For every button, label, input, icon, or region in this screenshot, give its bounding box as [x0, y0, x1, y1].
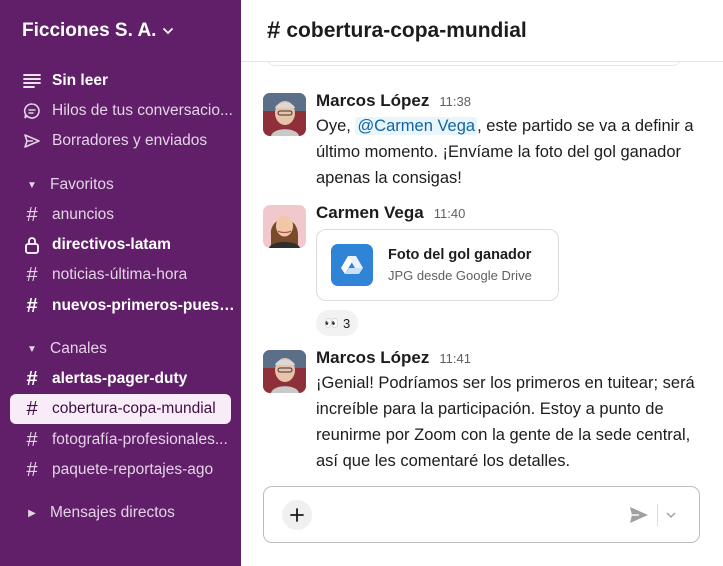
hash-icon: #: [26, 204, 38, 226]
avatar[interactable]: [263, 350, 306, 393]
send-icon: [630, 507, 648, 523]
channel-header[interactable]: # cobertura-copa-mundial: [241, 0, 723, 62]
caret-down-icon: ▼: [27, 343, 37, 355]
sidebar-item-label: paquete-reportajes-ago: [52, 461, 214, 478]
file-name: Foto del gol ganador: [388, 247, 532, 263]
hash-icon: #: [26, 429, 38, 451]
message-text: Oye, @Carmen Vega, este partido se va a …: [316, 113, 709, 191]
sidebar-item-label: alertas-pager-duty: [52, 370, 188, 387]
author-name[interactable]: Marcos López: [316, 91, 429, 111]
channel-view: # cobertura-copa-mundial Marcos López 11…: [241, 0, 723, 566]
divider: [657, 504, 658, 526]
timestamp[interactable]: 11:41: [439, 351, 471, 366]
sidebar-item-alertas[interactable]: # alertas-pager-duty: [22, 367, 235, 391]
workspace-switcher[interactable]: Ficciones S. A.: [22, 20, 174, 42]
sidebar-item-threads[interactable]: Hilos de tus conversacio...: [22, 99, 235, 123]
avatar[interactable]: [263, 205, 306, 248]
section-favorites[interactable]: ▼ Favoritos: [22, 174, 114, 196]
sidebar-item-label: Sin leer: [52, 72, 108, 89]
section-label: Mensajes directos: [50, 504, 175, 521]
avatar[interactable]: [263, 93, 306, 136]
section-label: Canales: [50, 340, 107, 357]
chevron-down-icon: [163, 28, 174, 35]
sidebar-item-label: Borradores y enviados: [52, 132, 208, 149]
sidebar-item-label: anuncios: [52, 206, 115, 223]
sidebar-item-drafts[interactable]: Borradores y enviados: [22, 129, 235, 153]
sidebar-item-label: cobertura-copa-mundial: [52, 400, 216, 417]
timestamp[interactable]: 11:40: [434, 206, 466, 221]
caret-down-icon: ▼: [27, 179, 37, 191]
google-drive-icon: [331, 244, 373, 286]
send-button[interactable]: [627, 503, 651, 527]
hash-icon: #: [26, 368, 38, 390]
timestamp[interactable]: 11:38: [439, 94, 471, 109]
section-channels[interactable]: ▼ Canales: [22, 338, 107, 360]
section-direct-messages[interactable]: ▶ Mensajes directos: [22, 502, 175, 524]
send-icon: [22, 131, 42, 151]
sidebar-item-label: Hilos de tus conversacio...: [52, 102, 233, 119]
send-options-button[interactable]: [662, 506, 680, 524]
eyes-emoji-icon: 👀: [324, 316, 339, 330]
sidebar-item-anuncios[interactable]: # anuncios: [22, 203, 235, 227]
channel-title: cobertura-copa-mundial: [286, 18, 527, 42]
message-text: ¡Genial! Podríamos ser los primeros en t…: [316, 374, 695, 470]
section-label: Favoritos: [50, 176, 114, 193]
sidebar-item-nuevos-primeros[interactable]: # nuevos-primeros-puestos: [22, 294, 235, 318]
lock-icon: [22, 235, 42, 255]
hash-icon: #: [26, 459, 38, 481]
sidebar-item-label: noticias-última-hora: [52, 266, 188, 283]
reaction-count: 3: [342, 315, 351, 331]
sidebar-item-noticias[interactable]: # noticias-última-hora: [22, 263, 235, 287]
author-name[interactable]: Carmen Vega: [316, 203, 424, 223]
chevron-down-icon: [666, 512, 676, 519]
message-text-part: Oye,: [316, 117, 356, 135]
sidebar-item-unread[interactable]: Sin leer: [22, 69, 235, 93]
sidebar-item-directivos-latam[interactable]: directivos-latam: [22, 233, 235, 257]
user-mention[interactable]: @Carmen Vega: [355, 117, 478, 135]
hash-icon: #: [26, 264, 38, 286]
workspace-name: Ficciones S. A.: [22, 20, 157, 41]
sidebar-item-cobertura-selected[interactable]: # cobertura-copa-mundial: [10, 394, 231, 424]
hash-icon: #: [26, 295, 38, 317]
author-name[interactable]: Marcos López: [316, 348, 429, 368]
plus-icon: [290, 508, 304, 522]
file-source: JPG desde Google Drive: [388, 268, 532, 283]
message-composer[interactable]: [263, 486, 700, 543]
reaction-pill[interactable]: 👀 3: [316, 310, 359, 336]
threads-icon: [22, 101, 42, 121]
unread-icon: [22, 71, 42, 91]
sidebar: Ficciones S. A. Sin leer Hilos de tus co…: [0, 0, 241, 566]
sidebar-item-fotografia[interactable]: # fotografía-profesionales...: [22, 428, 235, 452]
sidebar-item-label: nuevos-primeros-puestos: [52, 297, 235, 314]
sidebar-item-label: fotografía-profesionales...: [52, 431, 228, 448]
hash-icon: #: [26, 398, 38, 420]
hash-icon: #: [267, 16, 281, 44]
file-attachment[interactable]: Foto del gol ganador JPG desde Google Dr…: [316, 229, 559, 301]
caret-right-icon: ▶: [28, 507, 36, 519]
sidebar-item-paquete[interactable]: # paquete-reportajes-ago: [22, 458, 235, 482]
sidebar-item-label: directivos-latam: [52, 236, 171, 253]
add-attachment-button[interactable]: [282, 500, 312, 530]
